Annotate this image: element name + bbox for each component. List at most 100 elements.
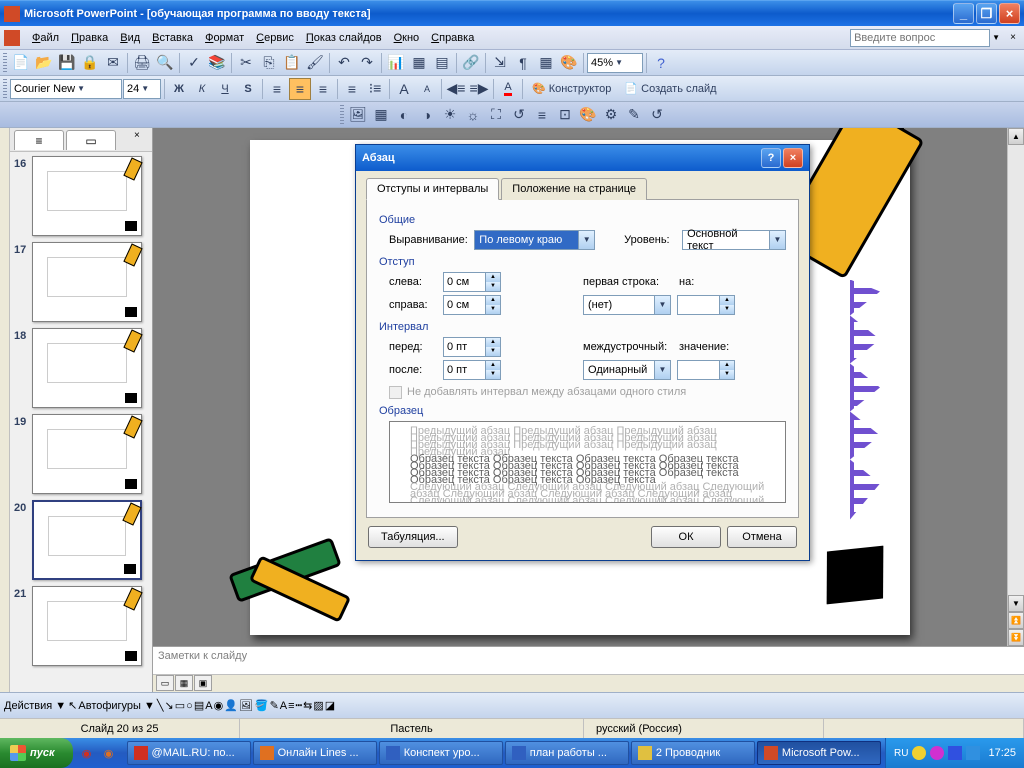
- font-size-combo[interactable]: 24▼: [123, 79, 161, 99]
- help-search-input[interactable]: [850, 29, 990, 47]
- slide-canvas[interactable]: Абзац ? × Отступы и интервалы Положение …: [153, 128, 1007, 646]
- redo-button[interactable]: ↷: [356, 52, 378, 74]
- prev-slide-button[interactable]: ⏫: [1008, 612, 1024, 629]
- bold-button[interactable]: Ж: [168, 78, 190, 100]
- clock[interactable]: 17:25: [988, 747, 1016, 759]
- font-color-button[interactable]: A: [497, 78, 519, 100]
- designer-button[interactable]: 🎨Конструктор: [526, 78, 617, 100]
- decrease-font-button[interactable]: A: [416, 78, 438, 100]
- after-spinner[interactable]: 0 пт▲▼: [443, 360, 501, 380]
- print-button[interactable]: 🖨: [131, 52, 153, 74]
- numbering-button[interactable]: ≡: [341, 78, 363, 100]
- no-space-checkbox[interactable]: [389, 386, 402, 399]
- quick-launch-button[interactable]: ◉: [77, 742, 97, 764]
- align-right-button[interactable]: ≡: [312, 78, 334, 100]
- scroll-down-button[interactable]: ▼: [1008, 595, 1024, 612]
- expand-button[interactable]: ⇲: [489, 52, 511, 74]
- textbox-button[interactable]: ▤: [194, 699, 204, 712]
- format-painter-button[interactable]: 🖌: [304, 52, 326, 74]
- thumbnail-16[interactable]: 16: [14, 156, 148, 236]
- arrow-style-button[interactable]: ⇆: [303, 699, 312, 712]
- thumbnail-20[interactable]: 20: [14, 500, 148, 580]
- dialog-titlebar[interactable]: Абзац ? ×: [356, 145, 809, 171]
- thumbnail-18[interactable]: 18: [14, 328, 148, 408]
- autoshapes-menu[interactable]: Автофигуры ▼: [78, 700, 155, 712]
- thumbnail-slide[interactable]: [32, 328, 142, 408]
- thumbnail-slide[interactable]: [32, 500, 142, 580]
- spellcheck-button[interactable]: ✓: [183, 52, 205, 74]
- font-color-button[interactable]: A: [280, 700, 287, 712]
- menu-показ слайдов[interactable]: Показ слайдов: [300, 30, 388, 46]
- task-button[interactable]: Онлайн Lines ...: [253, 741, 377, 765]
- less-brightness-button[interactable]: ☼: [462, 104, 484, 126]
- menu-файл[interactable]: Файл: [26, 30, 65, 46]
- research-button[interactable]: 📚: [206, 52, 228, 74]
- start-button[interactable]: пуск: [0, 738, 73, 768]
- tab-page-position[interactable]: Положение на странице: [501, 178, 647, 200]
- task-button[interactable]: Microsoft Pow...: [757, 741, 881, 765]
- indent-left-spinner[interactable]: 0 см▲▼: [443, 272, 501, 292]
- menu-вставка[interactable]: Вставка: [146, 30, 199, 46]
- menu-сервис[interactable]: Сервис: [250, 30, 300, 46]
- chart-button[interactable]: 📊: [385, 52, 407, 74]
- recolor-button[interactable]: 🎨: [577, 104, 599, 126]
- open-button[interactable]: 📂: [33, 52, 55, 74]
- copy-button[interactable]: ⎘: [258, 52, 280, 74]
- preview-button[interactable]: 🔍: [154, 52, 176, 74]
- thumbnail-slide[interactable]: [32, 586, 142, 666]
- at-spinner[interactable]: ▲▼: [677, 360, 735, 380]
- thumbnail-17[interactable]: 17: [14, 242, 148, 322]
- before-spinner[interactable]: 0 пт▲▼: [443, 337, 501, 357]
- menu-вид[interactable]: Вид: [114, 30, 146, 46]
- fill-color-button[interactable]: 🪣: [255, 699, 269, 712]
- less-contrast-button[interactable]: ◑: [416, 104, 438, 126]
- outline-tab[interactable]: ≡: [14, 130, 64, 150]
- line-button[interactable]: ╲: [157, 699, 164, 712]
- align-left-button[interactable]: ≡: [266, 78, 288, 100]
- quick-launch-button[interactable]: ◉: [99, 742, 119, 764]
- decrease-indent-button[interactable]: ◀≡: [445, 78, 467, 100]
- actions-menu[interactable]: Действия ▼: [4, 700, 66, 712]
- toolbar-grip[interactable]: [3, 53, 7, 73]
- normal-view-button[interactable]: ▭: [156, 675, 174, 691]
- lang-indicator[interactable]: RU: [894, 748, 908, 759]
- by-spinner[interactable]: ▲▼: [677, 295, 735, 315]
- show-formatting-button[interactable]: ¶: [512, 52, 534, 74]
- window-maximize-button[interactable]: ❐: [976, 3, 997, 24]
- line-spacing-combo[interactable]: Одинарный▼: [583, 360, 671, 380]
- line-color-button[interactable]: ✎: [270, 699, 279, 712]
- notes-pane[interactable]: Заметки к слайду: [153, 646, 1024, 674]
- toolbar-grip[interactable]: [340, 105, 344, 125]
- task-button[interactable]: @MAIL.RU: по...: [127, 741, 251, 765]
- line-style-button[interactable]: ≡: [531, 104, 553, 126]
- sorter-view-button[interactable]: ▦: [175, 675, 193, 691]
- document-icon[interactable]: [4, 30, 20, 46]
- 3d-button[interactable]: ◪: [325, 699, 335, 712]
- insert-picture-button[interactable]: 🖼: [347, 104, 369, 126]
- doc-close-button[interactable]: ×: [1006, 31, 1020, 45]
- menu-справка[interactable]: Справка: [425, 30, 480, 46]
- shadow-button[interactable]: ▨: [313, 699, 323, 712]
- thumbnail-21[interactable]: 21: [14, 586, 148, 666]
- reset-button[interactable]: ↺: [646, 104, 668, 126]
- menu-окно[interactable]: Окно: [388, 30, 426, 46]
- font-combo[interactable]: Courier New▼: [10, 79, 122, 99]
- color-mode-button[interactable]: ▦: [370, 104, 392, 126]
- dash-style-button[interactable]: ┅: [296, 699, 303, 712]
- dialog-help-button[interactable]: ?: [761, 148, 781, 168]
- tables-borders-button[interactable]: ▤: [431, 52, 453, 74]
- slideshow-view-button[interactable]: ▣: [194, 675, 212, 691]
- indent-right-spinner[interactable]: 0 см▲▼: [443, 295, 501, 315]
- vertical-scrollbar[interactable]: ▲ ▼ ⏫ ⏬: [1007, 128, 1024, 646]
- align-center-button[interactable]: ≡: [289, 78, 311, 100]
- scroll-up-button[interactable]: ▲: [1008, 128, 1024, 145]
- task-button[interactable]: Конспект уро...: [379, 741, 503, 765]
- diagram-button[interactable]: ◉: [214, 699, 224, 712]
- compress-button[interactable]: ⊡: [554, 104, 576, 126]
- thumbnail-slide[interactable]: [32, 242, 142, 322]
- level-combo[interactable]: Основной текст▼: [682, 230, 786, 250]
- table-button[interactable]: ▦: [408, 52, 430, 74]
- new-slide-button[interactable]: 📄Создать слайд: [618, 78, 722, 100]
- clipart-button[interactable]: 👤: [224, 699, 238, 712]
- color-button[interactable]: 🎨: [558, 52, 580, 74]
